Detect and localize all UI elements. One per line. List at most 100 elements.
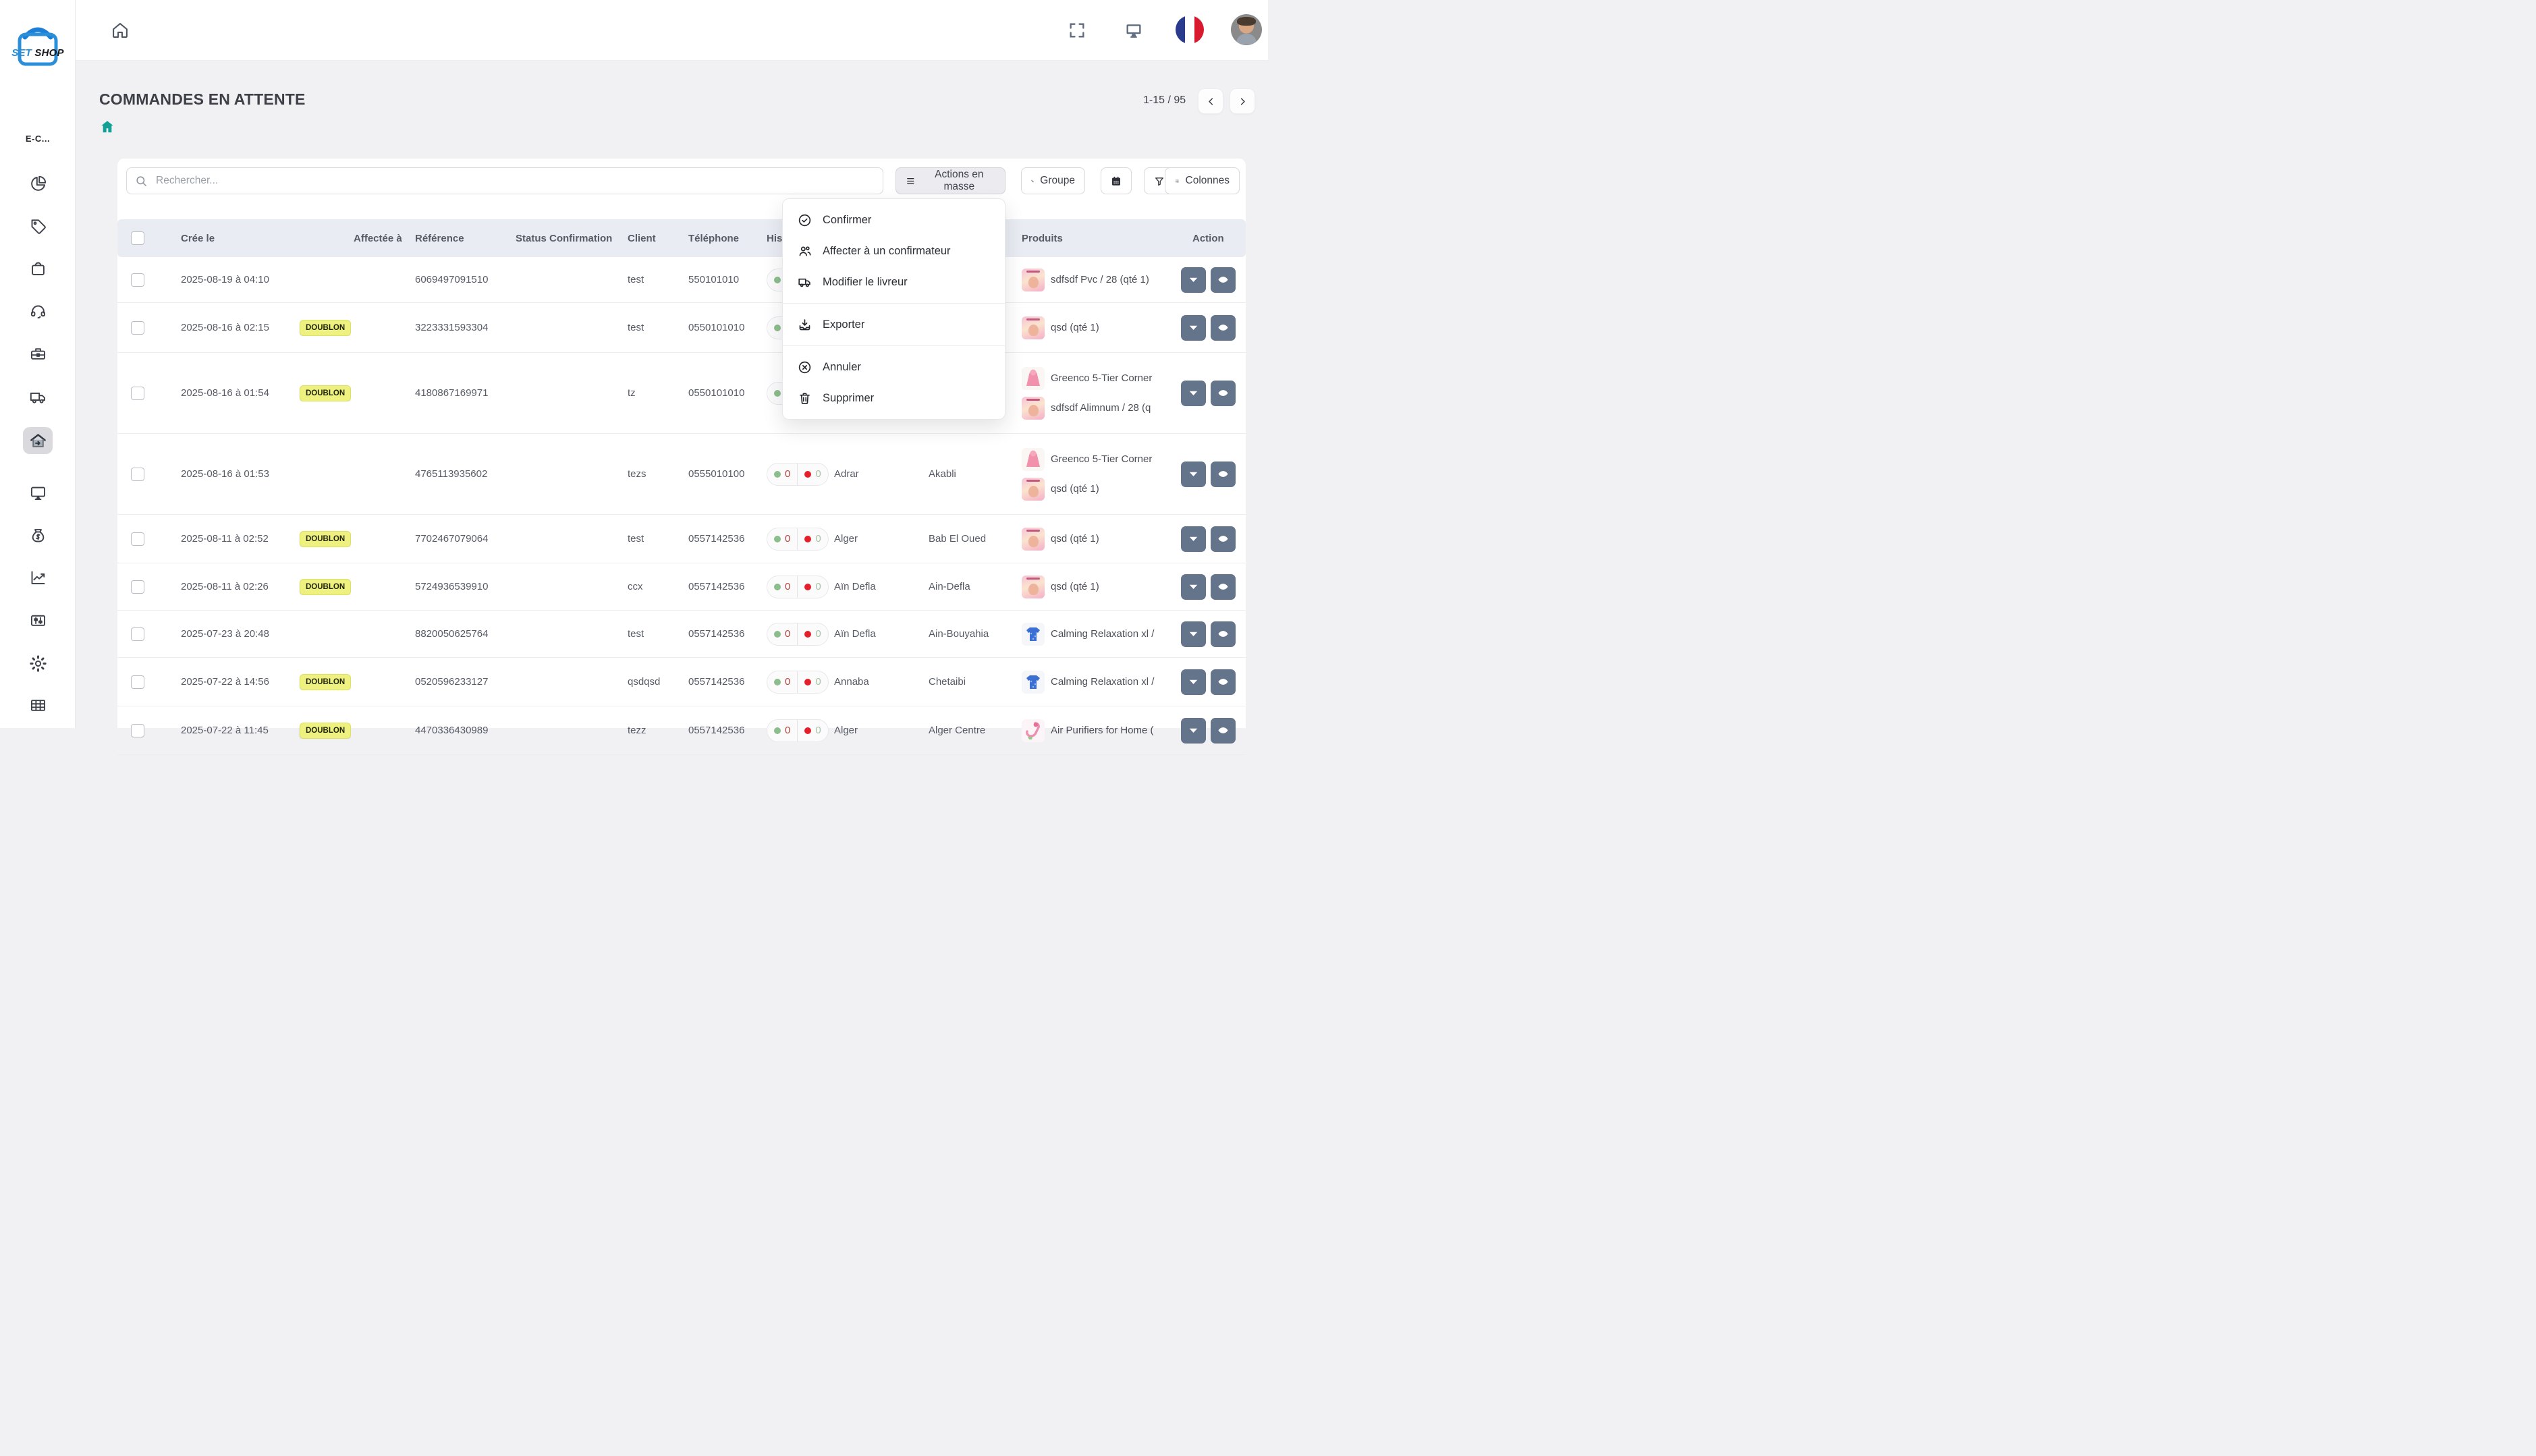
columns-button[interactable]: Colonnes	[1165, 167, 1240, 194]
header-assigned[interactable]: Affectée à	[351, 233, 415, 244]
row-checkbox[interactable]	[131, 580, 144, 594]
header-status[interactable]: Status Confirmation	[513, 233, 628, 244]
menu-item-cancel[interactable]: Annuler	[783, 352, 1005, 383]
row-dropdown-button[interactable]	[1181, 461, 1206, 487]
home-button[interactable]	[108, 18, 132, 43]
sidebar-item-statistics[interactable]	[23, 170, 53, 197]
sidebar-item-tags[interactable]	[23, 213, 53, 240]
sidebar-item-products[interactable]	[23, 255, 53, 282]
house-return-icon	[29, 432, 47, 450]
row-view-button[interactable]	[1211, 621, 1236, 647]
sidebar-item-controls[interactable]	[23, 607, 53, 634]
row-dropdown-button[interactable]	[1181, 381, 1206, 406]
export-download-icon	[798, 318, 812, 332]
wilaya: Alger	[830, 725, 925, 736]
table-header-row: Crée le Affectée à Référence Status Conf…	[117, 219, 1246, 257]
product-label: Calming Relaxation xl /	[1051, 628, 1154, 640]
green-dot-icon	[774, 679, 781, 685]
user-avatar[interactable]	[1231, 14, 1262, 45]
row-view-button[interactable]	[1211, 669, 1236, 695]
bulk-actions-label: Actions en masse	[923, 169, 995, 193]
bulk-actions-button[interactable]: Actions en masse	[895, 167, 1005, 194]
display-mode-button[interactable]	[1122, 18, 1146, 43]
menu-item-assign-confirmer[interactable]: Affecter à un confirmateur	[783, 235, 1005, 267]
search-input[interactable]	[156, 175, 875, 187]
sidebar-item-finance[interactable]	[23, 522, 53, 549]
client-phone: 0555010100	[688, 468, 763, 480]
client-phone: 0550101010	[688, 322, 763, 333]
flag-blue-band	[1176, 16, 1185, 44]
row-checkbox[interactable]	[131, 627, 144, 641]
sidebar-item-tables[interactable]	[23, 692, 53, 719]
product-label: Greenco 5-Tier Corner	[1051, 372, 1152, 384]
menu-item-confirm[interactable]: Confirmer	[783, 204, 1005, 235]
row-dropdown-button[interactable]	[1181, 621, 1206, 647]
order-date: 2025-07-22 à 11:45	[162, 725, 297, 736]
sidebar-item-returns-active[interactable]	[23, 427, 53, 454]
product-label: qsd (qté 1)	[1051, 533, 1099, 544]
order-date: 2025-07-23 à 20:48	[162, 628, 297, 640]
sidebar-item-toolbox[interactable]	[23, 340, 53, 367]
row-checkbox[interactable]	[131, 273, 144, 287]
doublon-badge: DOUBLON	[300, 723, 351, 739]
sidebar-item-analytics[interactable]	[23, 564, 53, 591]
pagination-prev-button[interactable]	[1198, 88, 1223, 114]
trend-chart-icon	[29, 569, 47, 587]
row-checkbox[interactable]	[131, 321, 144, 335]
header-client[interactable]: Client	[628, 233, 688, 244]
green-dot-icon	[774, 727, 781, 734]
select-all-checkbox[interactable]	[131, 231, 144, 245]
header-created[interactable]: Crée le	[162, 233, 297, 244]
row-checkbox[interactable]	[131, 387, 144, 400]
sidebar-item-settings[interactable]	[23, 650, 53, 677]
order-date: 2025-08-16 à 01:54	[162, 387, 297, 399]
calendar-button[interactable]	[1101, 167, 1132, 194]
sidebar-item-delivery[interactable]	[23, 383, 53, 410]
breadcrumb-home[interactable]	[100, 119, 115, 134]
header-products[interactable]: Produits	[1019, 233, 1178, 244]
row-dropdown-button[interactable]	[1181, 526, 1206, 552]
caret-down-icon	[1188, 469, 1198, 479]
product-thumbnail	[1022, 269, 1045, 291]
menu-item-delete[interactable]: Supprimer	[783, 383, 1005, 414]
row-dropdown-button[interactable]	[1181, 669, 1206, 695]
row-dropdown-button[interactable]	[1181, 574, 1206, 600]
header-reference[interactable]: Référence	[415, 233, 513, 244]
commune: Akabli	[925, 468, 1019, 480]
row-view-button[interactable]	[1211, 315, 1236, 341]
green-dot-icon	[774, 471, 781, 478]
sidebar-item-screen[interactable]	[23, 479, 53, 506]
row-dropdown-button[interactable]	[1181, 267, 1206, 293]
menu-item-change-courier[interactable]: Modifier le livreur	[783, 267, 1005, 298]
menu-item-export[interactable]: Exporter	[783, 309, 1005, 340]
row-view-button[interactable]	[1211, 574, 1236, 600]
brand-name: SET SHOP	[0, 47, 76, 59]
row-dropdown-button[interactable]	[1181, 718, 1206, 744]
product-label: qsd (qté 1)	[1051, 483, 1099, 495]
row-checkbox[interactable]	[131, 532, 144, 546]
pagination-next-button[interactable]	[1230, 88, 1255, 114]
commune: Ain-Defla	[925, 581, 1019, 592]
row-checkbox[interactable]	[131, 468, 144, 481]
product-label: Air Purifiers for Home (	[1051, 725, 1154, 736]
sidebar-item-support[interactable]	[23, 298, 53, 325]
row-view-button[interactable]	[1211, 267, 1236, 293]
group-button[interactable]: Groupe	[1021, 167, 1085, 194]
row-view-button[interactable]	[1211, 526, 1236, 552]
table-row: 2025-07-22 à 14:56 DOUBLON 0520596233127…	[117, 658, 1246, 706]
wilaya: Annaba	[830, 676, 925, 688]
row-checkbox[interactable]	[131, 675, 144, 689]
headset-icon	[29, 303, 47, 321]
header-phone[interactable]: Téléphone	[688, 233, 763, 244]
topbar	[76, 0, 1268, 61]
row-view-button[interactable]	[1211, 381, 1236, 406]
language-flag-french[interactable]	[1176, 16, 1204, 44]
row-dropdown-button[interactable]	[1181, 315, 1206, 341]
product-thumbnail	[1022, 576, 1045, 598]
green-dot-icon	[774, 277, 781, 283]
row-view-button[interactable]	[1211, 718, 1236, 744]
row-checkbox[interactable]	[131, 724, 144, 737]
row-view-button[interactable]	[1211, 461, 1236, 487]
fullscreen-button[interactable]	[1065, 18, 1089, 43]
brand-logo[interactable]	[0, 12, 76, 80]
